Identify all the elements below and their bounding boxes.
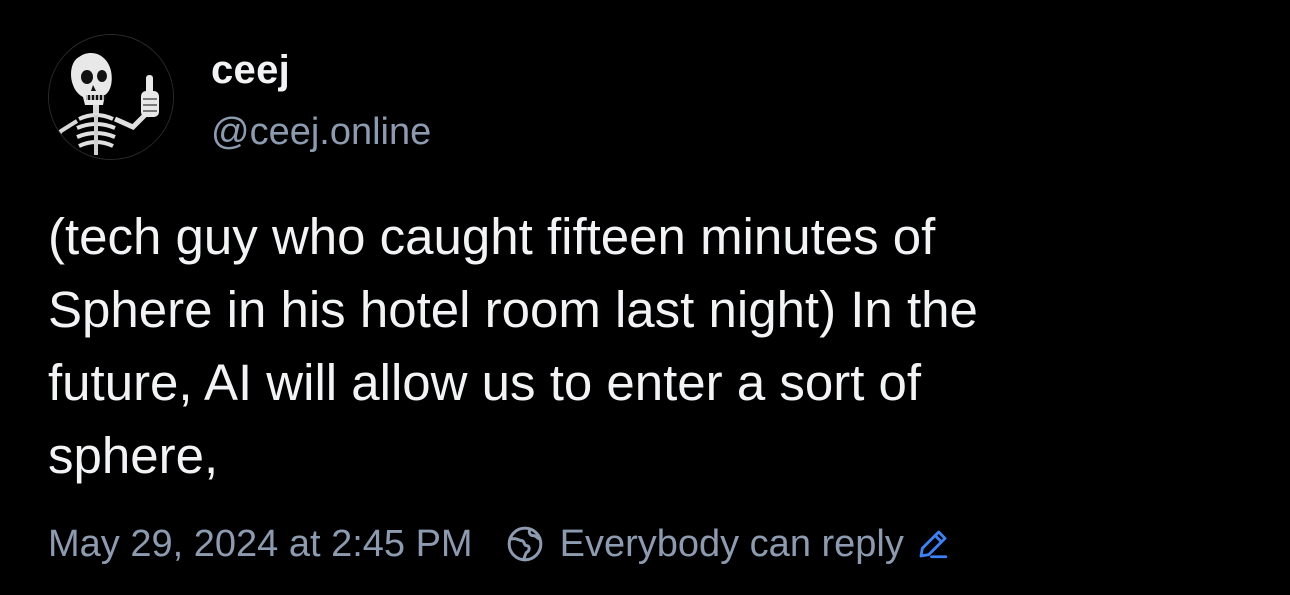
author-display-name[interactable]: ceej: [211, 44, 431, 96]
skeleton-avatar-icon: [49, 35, 173, 159]
reply-setting-button[interactable]: Everybody can reply: [505, 523, 950, 566]
author-handle[interactable]: @ceej.online: [211, 107, 431, 157]
pencil-edit-icon[interactable]: [916, 527, 950, 561]
reply-setting-label: Everybody can reply: [559, 522, 904, 565]
post-meta: May 29, 2024 at 2:45 PM Everybody can re…: [48, 517, 950, 571]
post-card: ceej @ceej.online (tech guy who caught f…: [0, 0, 1290, 595]
globe-icon: [505, 524, 545, 564]
post-text: (tech guy who caught fifteen minutes of …: [48, 208, 978, 484]
avatar[interactable]: [48, 34, 174, 160]
author-info: ceej @ceej.online: [211, 44, 431, 157]
post-timestamp[interactable]: May 29, 2024 at 2:45 PM: [48, 523, 473, 566]
